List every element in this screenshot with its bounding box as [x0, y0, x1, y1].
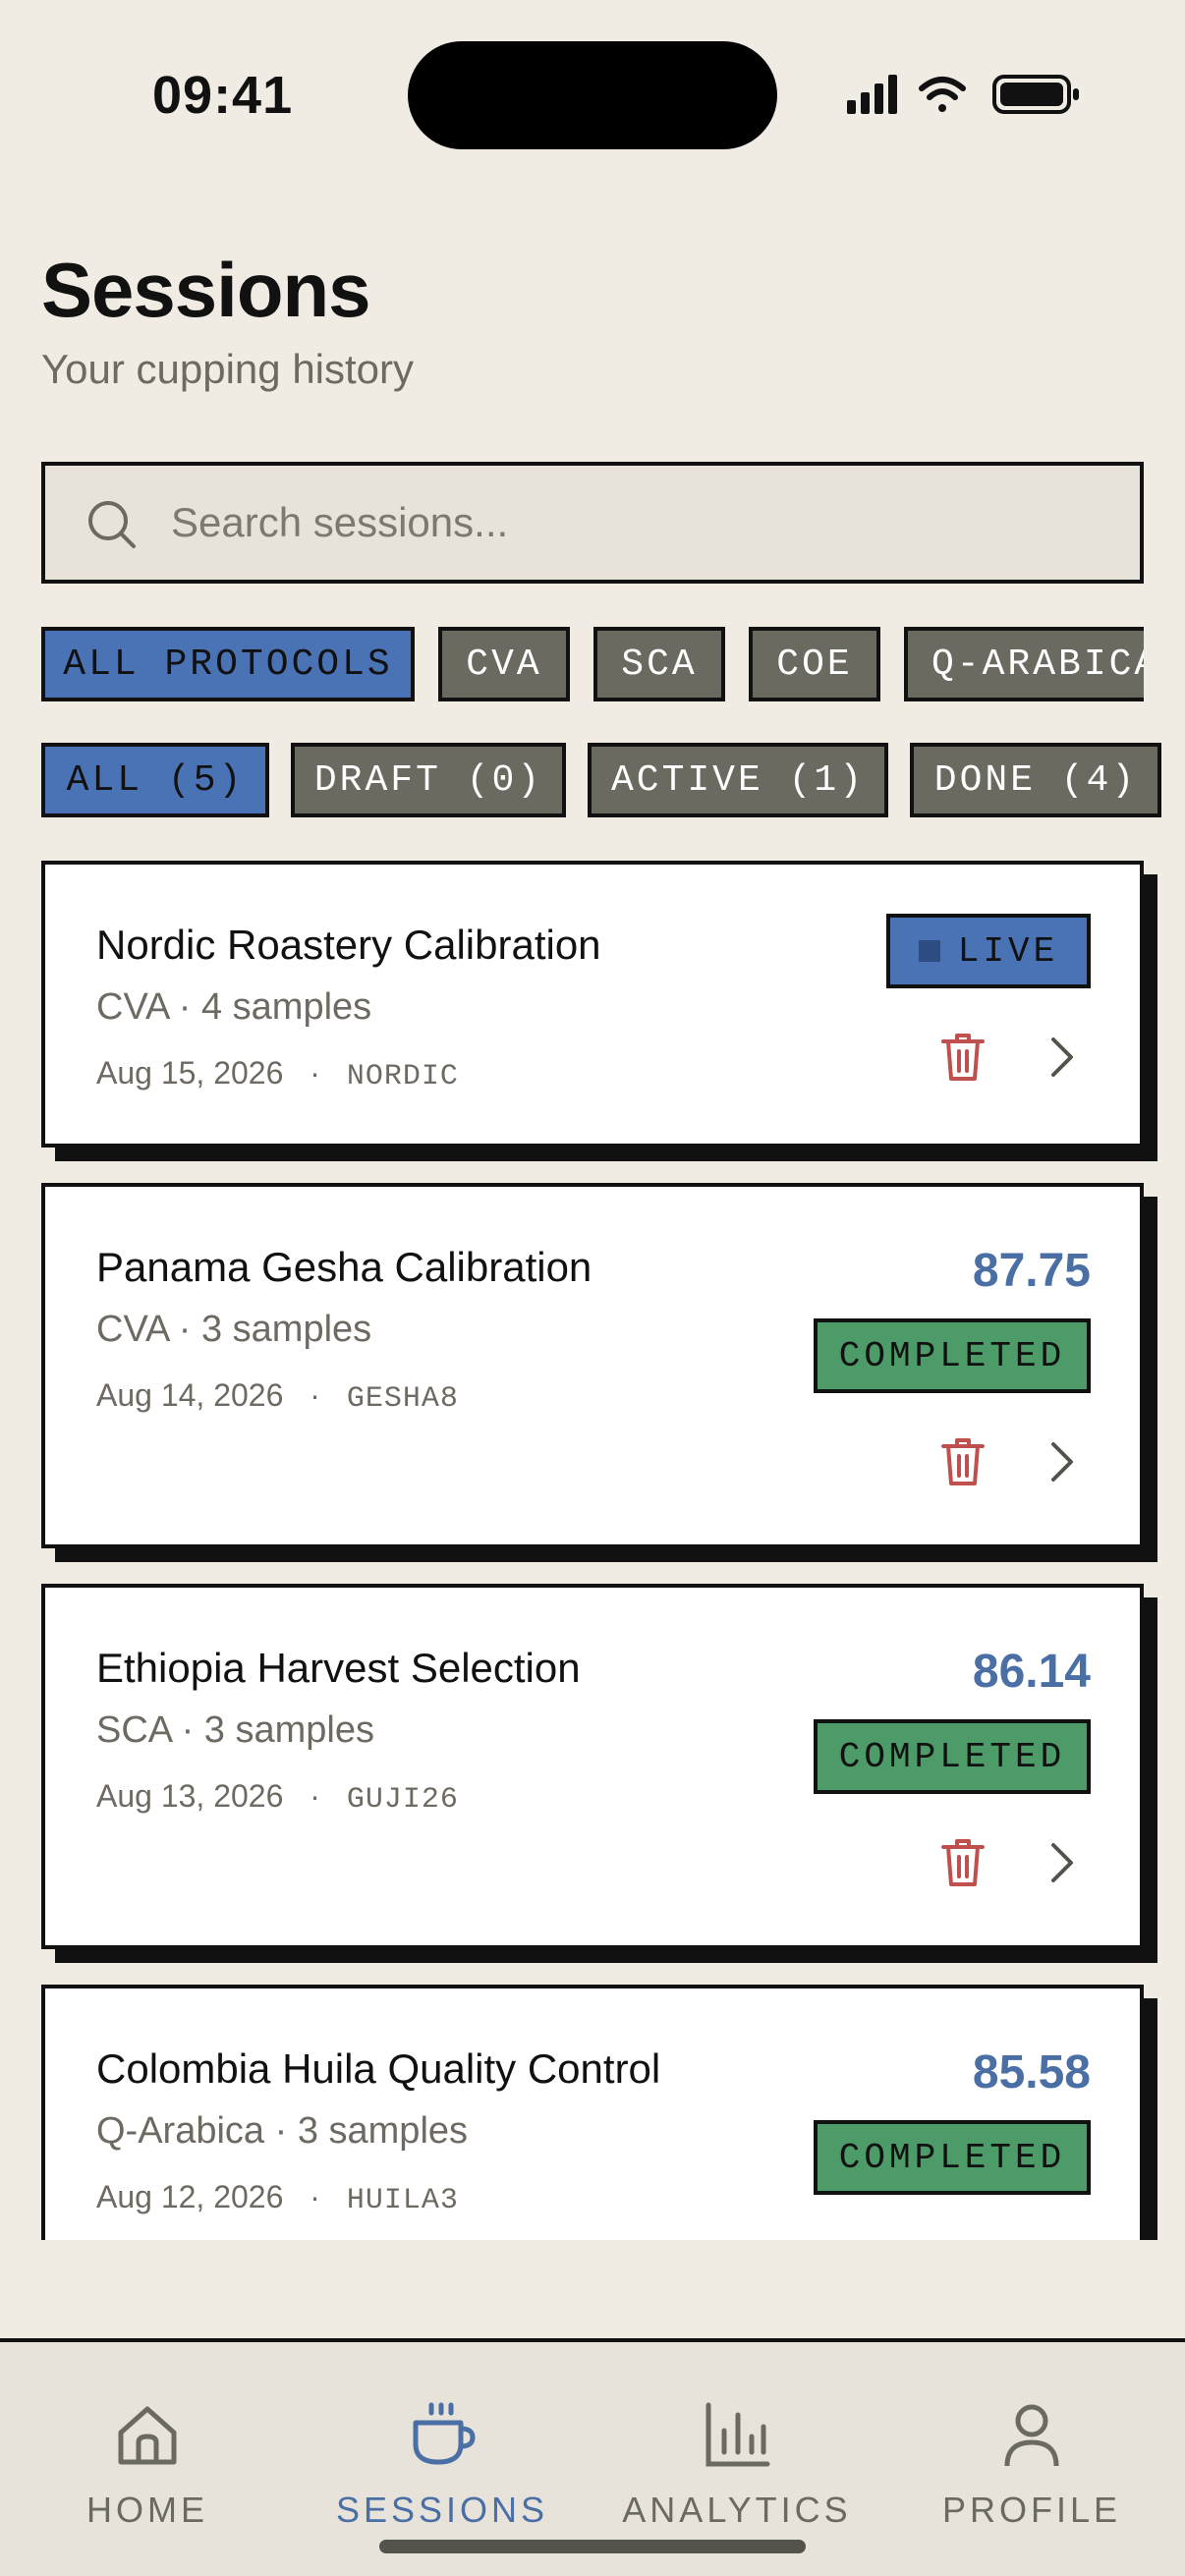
filter-all-protocols[interactable]: ALL PROTOCOLS	[41, 627, 415, 701]
filter-sca[interactable]: SCA	[593, 627, 725, 701]
chevron-right-icon[interactable]	[1038, 1028, 1087, 1087]
chevron-right-icon[interactable]	[1038, 1833, 1087, 1892]
chevron-right-icon[interactable]	[1038, 1432, 1087, 1491]
date-separator: ·	[310, 2179, 320, 2214]
page-subtitle: Your cupping history	[41, 346, 415, 392]
search-icon	[88, 501, 136, 548]
session-meta: Q-Arabica · 3 samples	[96, 2110, 469, 2152]
coffee-cup-icon	[413, 2402, 476, 2465]
session-card[interactable]: Panama Gesha Calibration CVA · 3 samples…	[41, 1183, 1144, 1548]
status-badge: COMPLETED	[814, 1318, 1091, 1393]
filter-cva[interactable]: CVA	[438, 627, 570, 701]
status-icons	[847, 75, 1079, 114]
tab-profile[interactable]: PROFILE	[884, 2401, 1179, 2539]
session-title: Nordic Roastery Calibration	[96, 922, 601, 968]
session-list[interactable]: Nordic Roastery Calibration CVA · 4 samp…	[0, 855, 1185, 2240]
wifi-icon	[919, 77, 966, 112]
search-box[interactable]	[41, 462, 1144, 584]
cellular-signal-icon	[847, 75, 897, 114]
session-date: Aug 12, 2026	[96, 2179, 284, 2214]
trash-icon[interactable]	[933, 2234, 992, 2240]
session-date: Aug 14, 2026	[96, 1377, 284, 1413]
battery-icon	[992, 75, 1079, 114]
date-separator: ·	[310, 1778, 320, 1814]
session-code: HUILA3	[346, 2184, 459, 2217]
session-title: Colombia Huila Quality Control	[96, 2045, 661, 2092]
status-badge: COMPLETED	[814, 1719, 1091, 1794]
session-title: Ethiopia Harvest Selection	[96, 1645, 581, 1691]
session-meta: CVA · 4 samples	[96, 986, 372, 1028]
session-score: 85.58	[972, 2046, 1091, 2099]
search-input[interactable]	[171, 466, 1114, 580]
session-score: 86.14	[972, 1646, 1091, 1698]
session-title: Panama Gesha Calibration	[96, 1244, 592, 1290]
session-card[interactable]: Ethiopia Harvest Selection SCA · 3 sampl…	[41, 1584, 1144, 1949]
live-indicator-icon	[918, 940, 940, 962]
dynamic-island	[408, 41, 777, 149]
session-code: GESHA8	[346, 1382, 459, 1416]
status-time: 09:41	[152, 66, 294, 125]
session-code: GUJI26	[346, 1783, 459, 1817]
session-date-line: Aug 13, 2026 · GUJI26	[96, 1778, 459, 1817]
session-code: NORDIC	[346, 1060, 459, 1093]
home-indicator	[379, 2540, 806, 2553]
page-title: Sessions	[41, 247, 371, 333]
trash-icon[interactable]	[933, 1432, 992, 1491]
session-date-line: Aug 14, 2026 · GESHA8	[96, 1377, 459, 1416]
session-card[interactable]: Colombia Huila Quality Control Q-Arabica…	[41, 1985, 1144, 2240]
home-icon	[118, 2406, 177, 2465]
status-bar: 09:41	[0, 0, 1185, 196]
filter-done[interactable]: DONE (4)	[910, 743, 1161, 817]
session-score: 87.75	[972, 1245, 1091, 1297]
person-icon	[1004, 2404, 1059, 2467]
filter-active[interactable]: ACTIVE (1)	[588, 743, 888, 817]
status-badge: LIVE	[886, 914, 1091, 988]
trash-icon[interactable]	[933, 1028, 992, 1087]
status-filter-row: ALL (5) DRAFT (0) ACTIVE (1) DONE (4)	[41, 743, 1161, 817]
filter-coe[interactable]: COE	[749, 627, 880, 701]
protocol-filter-row: ALL PROTOCOLS CVA SCA COE Q-ARABICA	[41, 627, 1144, 701]
trash-icon[interactable]	[933, 1833, 992, 1892]
session-meta: CVA · 3 samples	[96, 1309, 372, 1350]
status-badge: COMPLETED	[814, 2120, 1091, 2195]
session-meta: SCA · 3 samples	[96, 1709, 374, 1751]
session-date-line: Aug 12, 2026 · HUILA3	[96, 2179, 459, 2217]
tab-sessions[interactable]: SESSIONS	[295, 2401, 590, 2539]
filter-q-arabica[interactable]: Q-ARABICA	[904, 627, 1144, 701]
date-separator: ·	[310, 1377, 320, 1413]
session-date: Aug 13, 2026	[96, 1778, 284, 1814]
chevron-right-icon[interactable]	[1038, 2234, 1087, 2240]
session-card[interactable]: Nordic Roastery Calibration CVA · 4 samp…	[41, 861, 1144, 1148]
tab-analytics[interactable]: ANALYTICS	[590, 2401, 884, 2539]
filter-draft[interactable]: DRAFT (0)	[291, 743, 566, 817]
session-date-line: Aug 15, 2026 · NORDIC	[96, 1055, 459, 1093]
date-separator: ·	[310, 1055, 320, 1091]
bar-chart-icon	[705, 2402, 770, 2467]
session-date: Aug 15, 2026	[96, 1055, 284, 1091]
tab-home[interactable]: HOME	[0, 2401, 295, 2539]
filter-all-status[interactable]: ALL (5)	[41, 743, 269, 817]
